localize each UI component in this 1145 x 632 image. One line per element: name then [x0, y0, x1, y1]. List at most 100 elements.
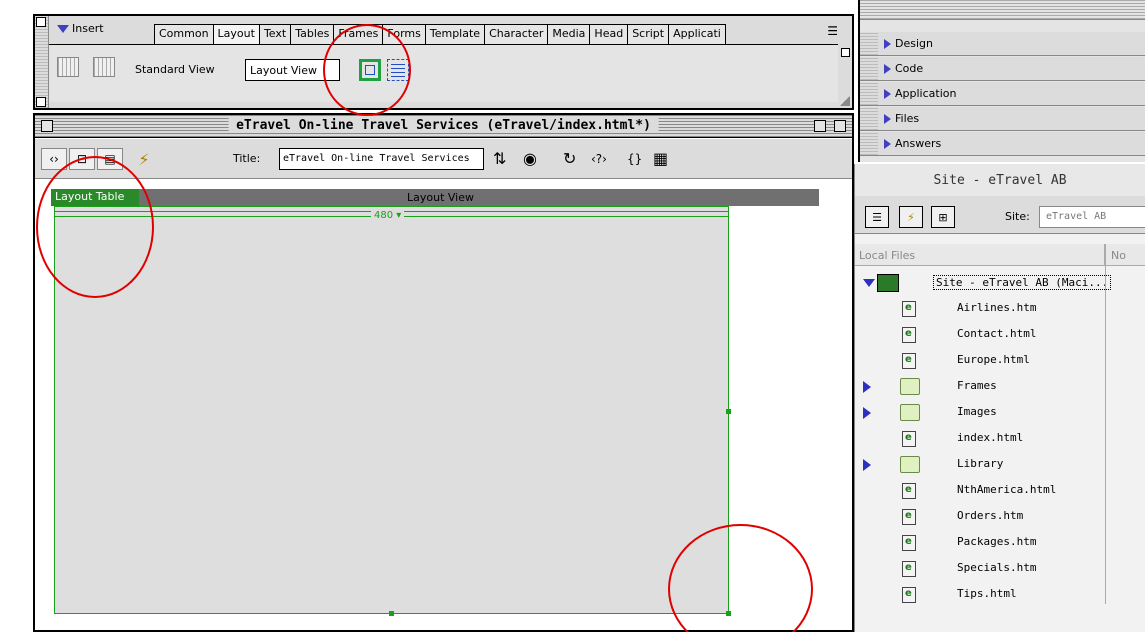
insert-panel-header[interactable]: Insert — [57, 22, 104, 35]
tab-script[interactable]: Script — [627, 24, 670, 44]
panel-close-box[interactable] — [36, 17, 46, 27]
site-select[interactable]: eTravel AB — [1039, 206, 1145, 228]
collapse-box-icon[interactable] — [834, 120, 846, 132]
layout-table[interactable]: 480 ▾ — [54, 206, 731, 616]
folder-icon — [900, 456, 920, 473]
html-file-icon — [902, 353, 916, 369]
file-management-icon[interactable]: ⇅ — [493, 149, 506, 168]
tab-application[interactable]: Applicati — [668, 24, 726, 44]
tab-layout[interactable]: Layout — [212, 24, 260, 44]
file-name: Contact.html — [957, 327, 1037, 340]
insert-panel-title: Insert — [72, 22, 104, 35]
refresh-icon[interactable]: ↻ — [563, 149, 576, 168]
file-row[interactable]: Orders.htm — [855, 504, 1145, 530]
reference-icon[interactable]: ‹?› — [591, 152, 607, 166]
site-files-view-button[interactable]: ☰ — [865, 206, 889, 228]
folder-row[interactable]: Library — [855, 452, 1145, 478]
folder-row[interactable]: Frames — [855, 374, 1145, 400]
preview-browser-icon[interactable]: ◉ — [523, 149, 537, 168]
html-file-icon — [902, 483, 916, 499]
file-row[interactable]: Tips.html — [855, 582, 1145, 608]
file-name: Orders.htm — [957, 509, 1024, 522]
file-row[interactable]: Specials.htm — [855, 556, 1145, 582]
document-titlebar[interactable]: eTravel On-line Travel Services (eTravel… — [35, 115, 852, 138]
view-options-icon[interactable]: ▦ — [653, 149, 668, 168]
site-label: Site: — [1005, 210, 1030, 223]
panel-grip[interactable] — [860, 82, 878, 105]
folder-name: Images — [957, 405, 997, 418]
site-root-row[interactable]: Site - eTravel AB (Maci... — [855, 270, 1145, 296]
file-row[interactable]: Contact.html — [855, 322, 1145, 348]
folder-icon — [900, 404, 920, 421]
tab-head[interactable]: Head — [589, 24, 629, 44]
html-file-icon — [902, 535, 916, 551]
panel-label: Application — [895, 87, 957, 100]
panel-grip[interactable] — [860, 32, 878, 55]
column-local-files[interactable]: Local Files — [855, 244, 1105, 266]
folder-row[interactable]: Images — [855, 400, 1145, 426]
panel-stack-grip[interactable] — [860, 0, 1145, 20]
insert-tabs: Common Layout Text Tables Frames Forms T… — [154, 24, 726, 44]
panel-grip[interactable] — [860, 107, 878, 130]
column-divider — [1105, 244, 1106, 604]
resize-handle-right[interactable] — [726, 409, 731, 414]
standard-view-button[interactable]: Standard View — [135, 63, 215, 76]
panel-application[interactable]: Application — [860, 82, 1145, 106]
tab-tables[interactable]: Tables — [290, 24, 335, 44]
zoom-box-icon[interactable] — [814, 120, 826, 132]
document-title: eTravel On-line Travel Services (eTravel… — [228, 118, 659, 133]
file-name: NthAmerica.html — [957, 483, 1057, 496]
collapse-triangle-icon — [57, 24, 69, 33]
panel-label: Code — [895, 62, 924, 75]
insert-panel: Insert Common Layout Text Tables Frames … — [33, 14, 854, 110]
file-name: Packages.htm — [957, 535, 1037, 548]
collapsed-triangle-icon[interactable] — [863, 459, 871, 471]
panel-grip[interactable] — [35, 16, 49, 108]
expanded-triangle-icon[interactable] — [863, 279, 875, 287]
site-map-button[interactable]: ⊞ — [931, 206, 955, 228]
insert-div-icon[interactable] — [93, 57, 115, 77]
site-toolbar: ☰ ⚡ ⊞ Site: eTravel AB — [855, 196, 1145, 234]
panel-grip[interactable] — [860, 57, 878, 80]
site-panel-title: Site - eTravel AB — [855, 164, 1145, 196]
html-file-icon — [902, 561, 916, 577]
file-name: Airlines.htm — [957, 301, 1037, 314]
table-width-menu[interactable]: 480 ▾ — [371, 210, 405, 221]
tab-text[interactable]: Text — [258, 24, 292, 44]
panel-design[interactable]: Design — [860, 32, 1145, 56]
collapsed-triangle-icon[interactable] — [863, 407, 871, 419]
code-view-icon: ‹› — [49, 152, 59, 166]
site-testing-button[interactable]: ⚡ — [899, 206, 923, 228]
collapsed-triangle-icon[interactable] — [863, 381, 871, 393]
html-file-icon — [902, 509, 916, 525]
resize-handle-bottom[interactable] — [389, 611, 394, 616]
file-row[interactable]: Packages.htm — [855, 530, 1145, 556]
tab-media[interactable]: Media — [547, 24, 591, 44]
expand-triangle-icon — [884, 138, 891, 149]
tab-template[interactable]: Template — [424, 24, 486, 44]
file-row[interactable]: index.html — [855, 426, 1145, 452]
panel-grip[interactable] — [860, 132, 878, 155]
panel-label: Answers — [895, 137, 942, 150]
file-row[interactable]: Europe.html — [855, 348, 1145, 374]
insert-table-icon[interactable] — [57, 57, 79, 77]
tab-character[interactable]: Character — [484, 24, 549, 44]
file-row[interactable]: Airlines.htm — [855, 296, 1145, 322]
panel-answers[interactable]: Answers — [860, 132, 1145, 156]
panel-code[interactable]: Code — [860, 57, 1145, 81]
live-data-button[interactable]: ⚡ — [131, 148, 157, 170]
resize-grip-icon[interactable] — [840, 96, 850, 106]
expand-triangle-icon — [884, 88, 891, 99]
panel-option-box[interactable] — [841, 48, 850, 57]
tab-common[interactable]: Common — [154, 24, 214, 44]
folder-icon — [900, 378, 920, 395]
panel-files[interactable]: Files — [860, 107, 1145, 131]
panel-zoom-box[interactable] — [36, 97, 46, 107]
tabs-menu-icon[interactable]: ☰ — [827, 24, 838, 38]
code-navigation-icon[interactable]: {} — [627, 152, 642, 166]
layout-view-header: Layout Table Layout View — [51, 189, 819, 206]
page-title-input[interactable]: eTravel On-line Travel Services — [279, 148, 484, 170]
close-box-icon[interactable] — [41, 120, 53, 132]
column-notes[interactable]: No — [1107, 244, 1130, 267]
file-row[interactable]: NthAmerica.html — [855, 478, 1145, 504]
